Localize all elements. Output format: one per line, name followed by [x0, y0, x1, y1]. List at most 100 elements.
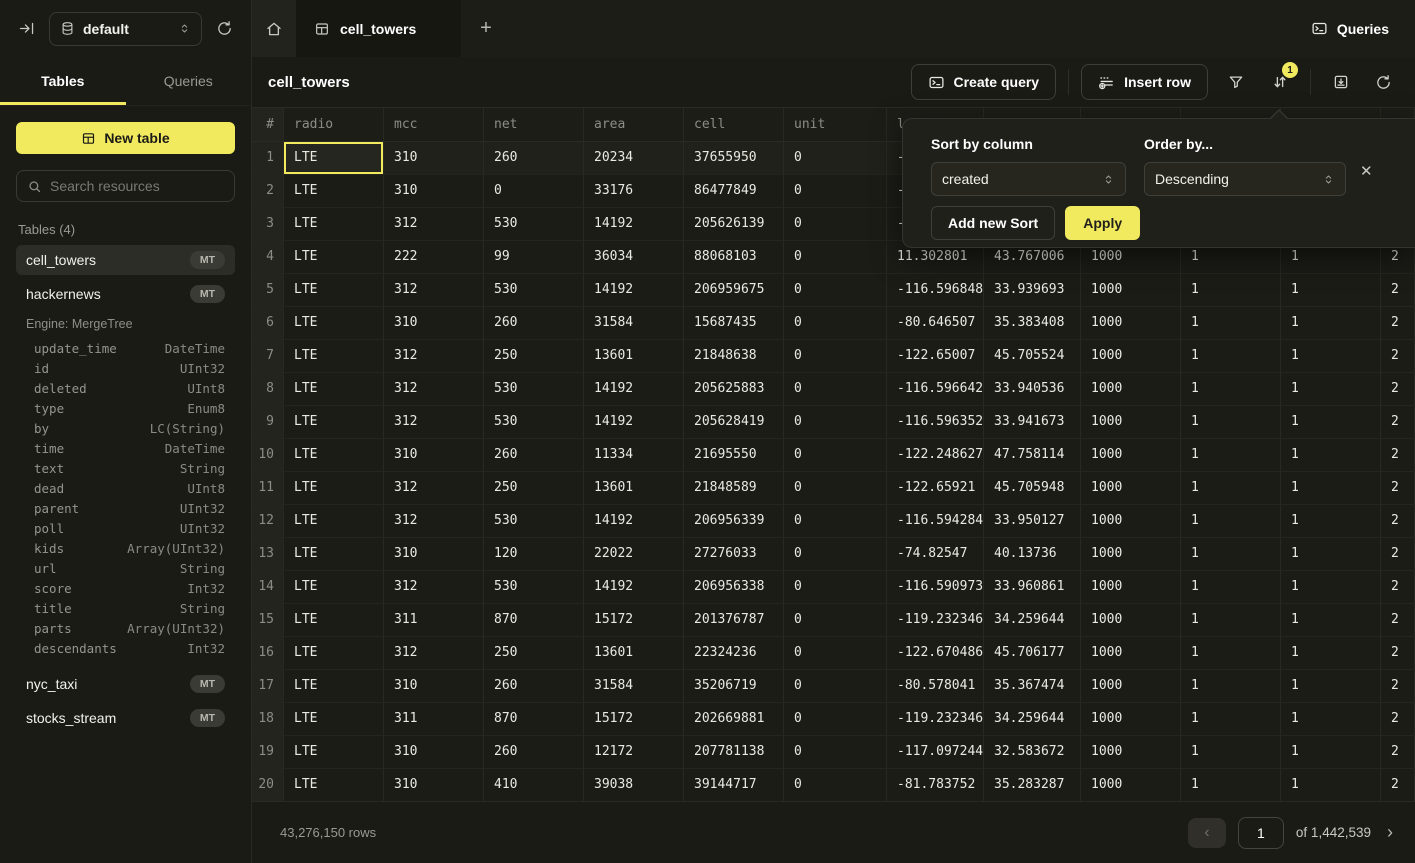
table-cell[interactable]: 36034: [584, 241, 684, 273]
table-cell[interactable]: 0: [784, 142, 887, 174]
table-cell[interactable]: 1000: [1081, 538, 1181, 570]
table-cell[interactable]: 1: [1281, 769, 1381, 801]
table-cell[interactable]: 201376787: [684, 604, 784, 636]
row-number[interactable]: 5: [252, 274, 284, 306]
table-cell[interactable]: 2: [1381, 373, 1415, 405]
table-cell[interactable]: -116.590973: [887, 571, 984, 603]
table-cell[interactable]: 260: [484, 142, 584, 174]
table-cell[interactable]: 0: [484, 175, 584, 207]
table-cell[interactable]: 0: [784, 604, 887, 636]
table-cell[interactable]: 1: [1281, 307, 1381, 339]
table-cell[interactable]: -119.232346: [887, 604, 984, 636]
table-cell[interactable]: 1: [1281, 274, 1381, 306]
table-cell[interactable]: 222: [384, 241, 484, 273]
table-cell[interactable]: 1: [1281, 703, 1381, 735]
table-cell[interactable]: -119.232346: [887, 703, 984, 735]
table-cell[interactable]: LTE: [284, 439, 384, 471]
table-cell[interactable]: 14192: [584, 373, 684, 405]
table-cell[interactable]: 21695550: [684, 439, 784, 471]
table-cell[interactable]: 2: [1381, 769, 1415, 801]
table-cell[interactable]: 2: [1381, 307, 1415, 339]
queries-button[interactable]: Queries: [1311, 20, 1389, 37]
table-cell[interactable]: 312: [384, 274, 484, 306]
table-cell[interactable]: 35206719: [684, 670, 784, 702]
table-cell[interactable]: 35.383408: [984, 307, 1081, 339]
table-cell[interactable]: 1000: [1081, 637, 1181, 669]
table-cell[interactable]: 311: [384, 703, 484, 735]
table-cell[interactable]: LTE: [284, 604, 384, 636]
table-cell[interactable]: 0: [784, 703, 887, 735]
table-cell[interactable]: 0: [784, 241, 887, 273]
table-cell[interactable]: 260: [484, 307, 584, 339]
table-cell[interactable]: 21848589: [684, 472, 784, 504]
table-cell[interactable]: 2: [1381, 571, 1415, 603]
table-cell[interactable]: 21848638: [684, 340, 784, 372]
table-cell[interactable]: 1: [1281, 472, 1381, 504]
table-cell[interactable]: 870: [484, 703, 584, 735]
table-cell[interactable]: 0: [784, 505, 887, 537]
table-cell[interactable]: LTE: [284, 505, 384, 537]
table-cell[interactable]: 1: [1281, 538, 1381, 570]
table-cell[interactable]: LTE: [284, 538, 384, 570]
table-cell[interactable]: -116.596642: [887, 373, 984, 405]
table-cell[interactable]: 1000: [1081, 274, 1181, 306]
table-cell[interactable]: 120: [484, 538, 584, 570]
table-cell[interactable]: 2: [1381, 703, 1415, 735]
table-cell[interactable]: LTE: [284, 637, 384, 669]
table-cell[interactable]: 1: [1181, 703, 1281, 735]
table-cell[interactable]: 530: [484, 373, 584, 405]
table-cell[interactable]: 15172: [584, 703, 684, 735]
table-cell[interactable]: 0: [784, 274, 887, 306]
table-cell[interactable]: 14192: [584, 505, 684, 537]
table-cell[interactable]: 0: [784, 769, 887, 801]
row-number[interactable]: 19: [252, 736, 284, 768]
table-cell[interactable]: 15687435: [684, 307, 784, 339]
table-cell[interactable]: 207781138: [684, 736, 784, 768]
table-cell[interactable]: 1: [1281, 604, 1381, 636]
table-cell[interactable]: 1: [1281, 670, 1381, 702]
table-cell[interactable]: 0: [784, 439, 887, 471]
table-cell[interactable]: 2: [1381, 406, 1415, 438]
table-cell[interactable]: 1: [1181, 670, 1281, 702]
table-cell[interactable]: 45.706177: [984, 637, 1081, 669]
table-cell[interactable]: 0: [784, 670, 887, 702]
table-cell[interactable]: LTE: [284, 175, 384, 207]
table-cell[interactable]: 1000: [1081, 670, 1181, 702]
table-cell[interactable]: LTE: [284, 307, 384, 339]
table-cell[interactable]: 47.758114: [984, 439, 1081, 471]
table-cell[interactable]: 0: [784, 736, 887, 768]
table-cell[interactable]: 205625883: [684, 373, 784, 405]
table-cell[interactable]: 312: [384, 208, 484, 240]
table-cell[interactable]: 205628419: [684, 406, 784, 438]
table-cell[interactable]: 1000: [1081, 340, 1181, 372]
table-cell[interactable]: 206956339: [684, 505, 784, 537]
page-input[interactable]: [1238, 817, 1284, 849]
table-cell[interactable]: 13601: [584, 637, 684, 669]
table-cell[interactable]: 33.941673: [984, 406, 1081, 438]
table-cell[interactable]: 14192: [584, 406, 684, 438]
sort-by-select[interactable]: created: [931, 162, 1126, 196]
sidebar-item-stocks-stream[interactable]: stocks_stream MT: [16, 703, 235, 733]
table-cell[interactable]: 310: [384, 670, 484, 702]
table-cell[interactable]: 2: [1381, 505, 1415, 537]
table-cell[interactable]: 35.283287: [984, 769, 1081, 801]
table-cell[interactable]: 86477849: [684, 175, 784, 207]
next-page-button[interactable]: ›: [1383, 822, 1397, 843]
table-cell[interactable]: 312: [384, 505, 484, 537]
table-cell[interactable]: LTE: [284, 373, 384, 405]
row-number[interactable]: 8: [252, 373, 284, 405]
sidebar-item-nyc-taxi[interactable]: nyc_taxi MT: [16, 669, 235, 699]
table-cell[interactable]: 205626139: [684, 208, 784, 240]
table-cell[interactable]: 31584: [584, 670, 684, 702]
table-cell[interactable]: 1: [1181, 274, 1281, 306]
row-number[interactable]: 18: [252, 703, 284, 735]
table-cell[interactable]: -116.596352: [887, 406, 984, 438]
column-header[interactable]: mcc: [384, 108, 484, 141]
table-cell[interactable]: 206956338: [684, 571, 784, 603]
row-number[interactable]: 14: [252, 571, 284, 603]
apply-sort-button[interactable]: Apply: [1065, 206, 1140, 240]
table-cell[interactable]: 22022: [584, 538, 684, 570]
table-cell[interactable]: 33.950127: [984, 505, 1081, 537]
order-by-select[interactable]: Descending: [1144, 162, 1346, 196]
table-cell[interactable]: 1: [1281, 373, 1381, 405]
